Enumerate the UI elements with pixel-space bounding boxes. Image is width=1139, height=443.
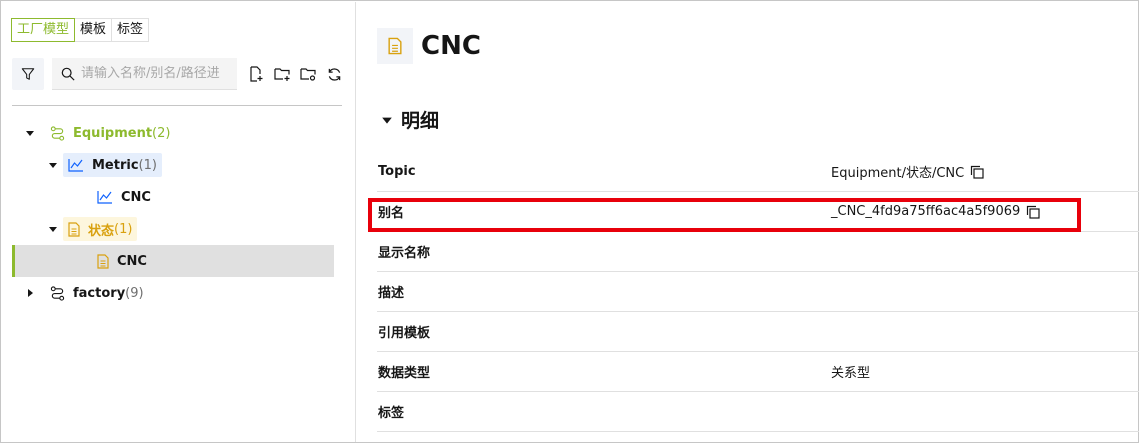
property-row-topic: Topic Equipment/状态/CNC [377,152,1139,192]
detail-panel: CNC 明细 Topic Equipment/状态/CNC 别名 _CNC_4f… [357,2,1139,442]
property-value-text: _CNC_4fd9a75ff6ac4a5f9069 [831,204,1021,219]
property-row-data-type: 数据类型 关系型 [377,352,1139,392]
tree-row-metric[interactable]: Metric (1) [12,149,334,181]
property-row-template: 引用模板 [377,312,1139,352]
property-key: 标签 [378,406,405,421]
tree-toolbar [12,58,343,90]
property-row-alias: 别名 _CNC_4fd9a75ff6ac4a5f9069 [377,192,1139,232]
property-row-display-name: 显示名称 [377,232,1139,272]
tab-tags[interactable]: 标签 [111,18,150,42]
copy-icon[interactable] [1026,205,1040,219]
caret-down-icon [381,114,393,126]
tree-row-state[interactable]: 状态 (1) [12,213,334,245]
section-title: 明细 [401,110,440,132]
property-key: 显示名称 [378,246,431,261]
filter-button[interactable] [12,58,44,90]
hierarchy-icon [50,285,65,301]
search-input[interactable] [81,66,229,81]
property-row-description: 描述 [377,272,1139,312]
tree-node-equipment[interactable]: Equipment (2) [45,121,175,145]
page-title: CNC [421,31,481,61]
caret-down-icon[interactable] [24,127,36,139]
tree-node-factory[interactable]: factory (9) [45,281,149,305]
tab-templates[interactable]: 模板 [74,18,113,42]
details-section-toggle[interactable]: 明细 [381,106,439,133]
tree-count: (1) [114,221,133,237]
caret-right-icon[interactable] [24,287,36,299]
copy-icon[interactable] [970,165,984,179]
property-key: 别名 [378,206,405,221]
tree-row-equipment[interactable]: Equipment (2) [12,117,334,149]
document-icon [377,28,413,64]
search-icon [61,67,75,81]
tree-row-metric-cnc[interactable]: CNC [12,181,334,213]
model-tree: Equipment (2) Metric (1) CNC 状态 (1) CNC … [12,117,334,309]
left-panel: 工厂模型 模板 标签 请输入名称/别名/路径进 Equipment (2) Me… [2,2,356,442]
new-file-icon[interactable] [247,65,265,83]
property-key: Topic [378,164,416,179]
line-chart-icon [68,158,84,172]
tree-label: CNC [121,189,151,205]
tree-count: (1) [138,157,157,173]
tree-node-state-cnc[interactable]: CNC [92,249,152,273]
refresh-icon[interactable] [325,65,343,83]
line-chart-icon [97,190,113,204]
property-row-tags: 标签 [377,392,1139,432]
tree-label: factory [73,285,126,301]
new-folder-icon[interactable] [273,65,291,83]
filter-icon [21,68,35,80]
property-key: 数据类型 [378,366,431,381]
property-value: Equipment/状态/CNC [831,162,984,181]
tree-label: 状态 [88,223,115,239]
hierarchy-icon [50,125,65,141]
tab-bar: 工厂模型 模板 标签 [11,18,150,42]
tree-row-state-cnc[interactable]: CNC [12,245,334,277]
tree-count: (2) [152,125,171,141]
caret-down-icon[interactable] [47,159,59,171]
tree-node-metric-cnc[interactable]: CNC [92,185,156,209]
tree-label: Metric [92,157,139,173]
tree-node-state[interactable]: 状态 (1) [63,217,138,241]
tree-label: Equipment [73,125,153,141]
document-icon [97,253,109,269]
tab-factory-model[interactable]: 工厂模型 [11,18,76,42]
folder-settings-icon[interactable] [299,65,317,83]
property-key: 引用模板 [378,326,431,341]
property-value: 关系型 [831,366,871,381]
tree-label: CNC [117,253,147,269]
tree-row-factory[interactable]: factory (9) [12,277,334,309]
document-icon [68,221,80,237]
search-box [52,58,237,90]
property-value: _CNC_4fd9a75ff6ac4a5f9069 [831,204,1040,219]
property-value-text: Equipment/状态/CNC [831,166,965,181]
tree-node-metric[interactable]: Metric (1) [63,153,162,177]
app-frame: 工厂模型 模板 标签 请输入名称/别名/路径进 Equipment (2) Me… [0,0,1139,443]
tree-actions [247,65,343,83]
caret-down-icon[interactable] [47,223,59,235]
property-key: 描述 [378,286,405,301]
tree-count: (9) [125,285,144,301]
toolbar-divider [12,105,342,106]
property-list: Topic Equipment/状态/CNC 别名 _CNC_4fd9a75ff… [377,152,1139,432]
